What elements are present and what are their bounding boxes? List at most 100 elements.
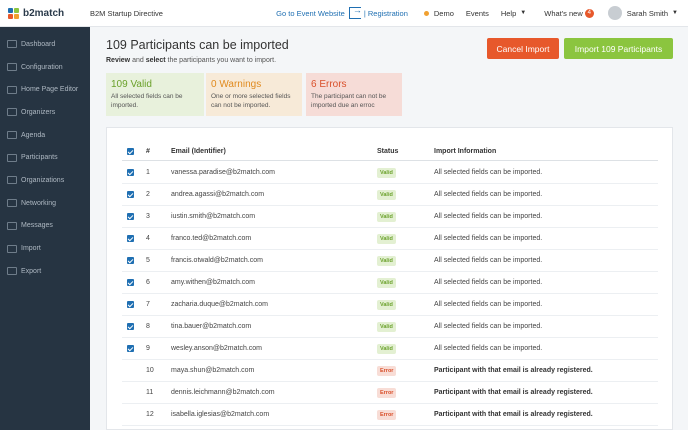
sidebar-item-label: Dashboard [21,40,56,48]
row-checkbox[interactable] [127,162,134,183]
organizations-icon [7,176,17,185]
sidebar-item-label: Organizations [21,176,65,184]
sidebar-item-label: Home Page Editor [21,86,79,94]
row-import-info: All selected fields can be imported. [434,169,543,176]
row-number: 7 [146,301,150,308]
row-email: isabella.iglesias@b2match.com [171,411,270,418]
status-badge: Valid [377,272,396,293]
sidebar-item-label: Agenda [21,131,46,139]
demo-status-dot [423,10,429,16]
sidebar-item-import[interactable]: Import [0,237,90,260]
row-checkbox[interactable] [127,250,134,271]
header-email[interactable]: Email (Identifier) [171,143,226,160]
valid-description: All selected fields can be imported. [111,93,183,109]
row-import-info: Participant with that email is already r… [434,389,593,396]
whats-new-link[interactable]: What's new 4 [544,8,594,18]
select-all-checkbox[interactable] [127,143,134,160]
row-number: 3 [146,213,150,220]
registration-link[interactable]: | Registration [364,9,408,18]
warnings-count: 0 Warnings [211,79,262,90]
help-label: Help [500,8,517,18]
chevron-down-icon: ▼ [520,10,527,16]
table-row[interactable]: 1 vanessa.paradise@b2match.com Valid All se… [122,162,658,184]
table-row[interactable]: 4 franco.ted@b2match.com Valid All selected… [122,228,658,250]
page-title: 109 Participants can be imported [106,38,289,52]
table-row[interactable]: 5 francis.otwald@b2match.com Valid All sele… [122,250,658,272]
table-row[interactable]: 8 tina.bauer@b2match.com Valid All selected… [122,316,658,338]
table-row[interactable]: 6 amy.withen@b2match.com Valid All selected… [122,272,658,294]
row-checkbox[interactable] [127,294,134,315]
table-row[interactable]: 10 maya.shun@b2match.com Error Participant … [122,360,658,382]
agenda-icon [7,131,17,140]
sidebar-item-organizations[interactable]: Organizations [0,169,90,192]
sidebar-item-messages[interactable]: Messages [0,215,90,238]
table-row[interactable]: 2 andrea.agassi@b2match.com Valid All selec… [122,184,658,206]
sidebar-item-participants[interactable]: Participants [0,146,90,169]
main-content: 109 Participants can be imported Review … [90,27,688,430]
status-badge: Valid [377,250,396,271]
row-checkbox[interactable] [127,316,134,337]
sidebar-item-configuration[interactable]: Configuration [0,56,90,79]
status-badge: Error [377,404,397,425]
table-row[interactable]: 3 iustin.smith@b2match.com Valid All select… [122,206,658,228]
user-menu[interactable]: Sarah Smith ▼ [607,6,678,20]
b2match-logo-icon [8,7,19,19]
brand-name: b2match [23,7,65,19]
sidebar-item-networking[interactable]: Networking [0,192,90,215]
networking-icon [7,199,17,208]
event-website-link[interactable]: Go to Event Website [276,9,345,18]
table-row[interactable]: 7 zacharia.duque@b2match.com Valid All sele… [122,294,658,316]
sidebar-item-label: Participants [21,154,58,162]
valid-count: 109 Valid [111,79,152,90]
row-number: 12 [146,411,154,418]
row-email: andrea.agassi@b2match.com [171,191,265,198]
table-row[interactable]: 9 wesley.anson@b2match.com Valid All select… [122,338,658,360]
row-import-info: All selected fields can be imported. [434,301,543,308]
event-name[interactable]: B2M Startup Directive [90,9,163,18]
row-number: 6 [146,279,150,286]
row-number: 10 [146,367,154,374]
events-link[interactable]: Events [466,9,489,18]
warnings-summary-card: 0 Warnings One or more selected fields c… [206,73,302,116]
row-import-info: All selected fields can be imported. [434,213,543,220]
status-badge: Valid [377,184,396,205]
header-status[interactable]: Status [377,143,398,160]
row-checkbox[interactable] [127,338,134,359]
help-menu[interactable]: Help ▼ [501,9,526,18]
row-import-info: All selected fields can be imported. [434,323,543,330]
row-email: vanessa.paradise@b2match.com [171,169,275,176]
demo-link[interactable]: Demo [423,8,454,18]
sidebar-item-label: Export [21,267,42,275]
row-email: franco.ted@b2match.com [171,235,252,242]
demo-label: Demo [433,8,454,18]
row-number: 11 [146,389,154,396]
sidebar-item-export[interactable]: Export [0,260,90,283]
sidebar-item-dashboard[interactable]: Dashboard [0,33,90,56]
import-participants-button[interactable]: Import 109 Participants [564,38,673,59]
sidebar-item-home-page-editor[interactable]: Home Page Editor [0,78,90,101]
row-email: maya.shun@b2match.com [171,367,255,374]
export-icon [7,267,17,276]
status-badge: Valid [377,162,396,183]
row-email: wesley.anson@b2match.com [171,345,263,352]
row-email: iustin.smith@b2match.com [171,213,256,220]
row-number: 1 [146,169,150,176]
sidebar-item-organizers[interactable]: Organizers [0,101,90,124]
brand[interactable]: b2match [0,7,90,19]
cancel-import-button[interactable]: Cancel Import [487,38,559,59]
sidebar-item-agenda[interactable]: Agenda [0,124,90,147]
row-import-info: All selected fields can be imported. [434,191,543,198]
table-row[interactable]: 11 dennis.leichmann@b2match.com Error Parti… [122,382,658,404]
row-checkbox[interactable] [127,228,134,249]
dashboard-icon [7,40,17,49]
row-checkbox[interactable] [127,272,134,293]
row-number: 5 [146,257,150,264]
row-checkbox[interactable] [127,184,134,205]
whats-new-label: What's new [544,8,583,18]
participants-table: # Email (Identifier) Status Import Infor… [106,127,673,430]
row-import-info: Participant with that email is already r… [434,367,593,374]
table-row[interactable]: 12 isabella.iglesias@b2match.com Error Part… [122,404,658,426]
status-badge: Error [377,360,397,381]
row-number: 4 [146,235,150,242]
row-checkbox[interactable] [127,206,134,227]
